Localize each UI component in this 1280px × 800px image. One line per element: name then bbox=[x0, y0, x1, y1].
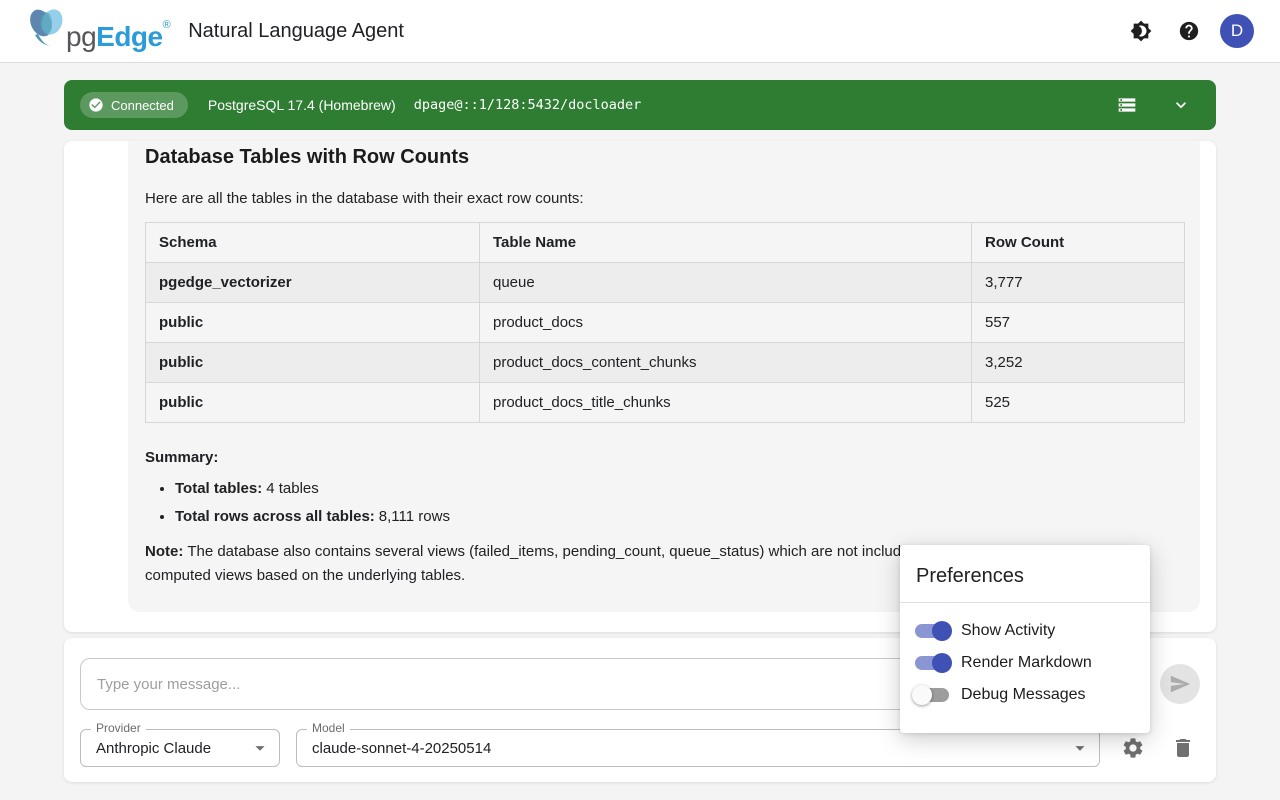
help-icon bbox=[1178, 20, 1200, 42]
column-header-table-name: Table Name bbox=[480, 223, 972, 263]
preferences-button[interactable] bbox=[1117, 732, 1149, 764]
server-version-label: PostgreSQL 17.4 (Homebrew) bbox=[208, 97, 396, 113]
check-circle-icon bbox=[88, 97, 104, 113]
brightness-icon bbox=[1130, 20, 1152, 42]
message-heading: Database Tables with Row Counts bbox=[145, 146, 1184, 168]
caret-down-icon bbox=[249, 737, 271, 759]
summary-list: Total tables:4 tables Total rows across … bbox=[175, 480, 1184, 525]
switch-control[interactable] bbox=[915, 624, 949, 638]
connection-bar: Connected PostgreSQL 17.4 (Homebrew) dpa… bbox=[64, 80, 1216, 130]
model-select-value: claude-sonnet-4-20250514 bbox=[312, 740, 491, 757]
switch-control[interactable] bbox=[915, 656, 949, 670]
table-header-row: Schema Table Name Row Count bbox=[146, 223, 1185, 263]
connection-collapse-button[interactable] bbox=[1164, 88, 1198, 122]
cell-schema: public bbox=[159, 354, 203, 371]
table-row: pgedge_vectorizer queue 3,777 bbox=[146, 263, 1185, 303]
table-row: public product_docs_title_chunks 525 bbox=[146, 383, 1185, 423]
row-counts-table: Schema Table Name Row Count pgedge_vecto… bbox=[145, 222, 1185, 423]
toggle-label: Debug Messages bbox=[961, 686, 1086, 704]
connection-list-button[interactable] bbox=[1110, 88, 1144, 122]
cell-table-name: product_docs_title_chunks bbox=[480, 383, 972, 423]
connection-dsn: dpage@::1/128:5432/docloader bbox=[414, 97, 642, 113]
message-intro: Here are all the tables in the database … bbox=[145, 190, 1184, 207]
page-title: Natural Language Agent bbox=[188, 20, 404, 43]
preferences-title: Preferences bbox=[900, 545, 1150, 602]
switch-knob bbox=[932, 621, 952, 641]
toggle-label: Show Activity bbox=[961, 622, 1055, 640]
clear-chat-button[interactable] bbox=[1167, 732, 1199, 764]
pgedge-logo: pgEdge® bbox=[24, 3, 170, 59]
cell-schema: public bbox=[159, 394, 203, 411]
list-item: Total rows across all tables:8,111 rows bbox=[175, 508, 1184, 525]
provider-select-label: Provider bbox=[91, 721, 146, 735]
model-select-label: Model bbox=[307, 721, 350, 735]
cell-table-name: product_docs_content_chunks bbox=[480, 343, 972, 383]
pgedge-logo-text: pgEdge® bbox=[66, 3, 170, 59]
caret-down-icon bbox=[1069, 737, 1091, 759]
cell-row-count: 525 bbox=[972, 383, 1185, 423]
table-row: public product_docs 557 bbox=[146, 303, 1185, 343]
chevron-down-icon bbox=[1171, 95, 1191, 115]
storage-icon bbox=[1117, 95, 1137, 115]
dark-mode-toggle-button[interactable] bbox=[1124, 14, 1158, 48]
assistant-message: Database Tables with Row Counts Here are… bbox=[128, 141, 1200, 612]
cell-schema: public bbox=[159, 314, 203, 331]
user-avatar[interactable]: D bbox=[1220, 14, 1254, 48]
cell-table-name: queue bbox=[480, 263, 972, 303]
provider-select[interactable]: Provider Anthropic Claude bbox=[80, 729, 280, 767]
toggle-label: Render Markdown bbox=[961, 654, 1092, 672]
toggle-debug-messages[interactable]: Debug Messages bbox=[912, 679, 1134, 711]
cell-schema: pgedge_vectorizer bbox=[159, 274, 292, 291]
trash-icon bbox=[1171, 736, 1195, 760]
cell-table-name: product_docs bbox=[480, 303, 972, 343]
cell-row-count: 3,777 bbox=[972, 263, 1185, 303]
switch-control[interactable] bbox=[915, 688, 949, 702]
toggle-show-activity[interactable]: Show Activity bbox=[912, 615, 1134, 647]
column-header-row-count: Row Count bbox=[972, 223, 1185, 263]
pgedge-logo-icon bbox=[24, 5, 68, 49]
gear-icon bbox=[1121, 736, 1145, 760]
column-header-schema: Schema bbox=[146, 223, 480, 263]
connection-status-label: Connected bbox=[111, 98, 174, 113]
summary-heading: Summary: bbox=[145, 449, 1184, 466]
cell-row-count: 557 bbox=[972, 303, 1185, 343]
toggle-render-markdown[interactable]: Render Markdown bbox=[912, 647, 1134, 679]
connection-status-badge: Connected bbox=[80, 92, 188, 118]
provider-select-value: Anthropic Claude bbox=[96, 740, 211, 757]
list-item: Total tables:4 tables bbox=[175, 480, 1184, 497]
switch-knob bbox=[912, 685, 932, 705]
app-header: pgEdge® Natural Language Agent D bbox=[0, 0, 1280, 63]
cell-row-count: 3,252 bbox=[972, 343, 1185, 383]
send-icon bbox=[1169, 673, 1191, 695]
help-button[interactable] bbox=[1172, 14, 1206, 48]
model-select[interactable]: Model claude-sonnet-4-20250514 bbox=[296, 729, 1100, 767]
table-row: public product_docs_content_chunks 3,252 bbox=[146, 343, 1185, 383]
preferences-popover: Preferences Show Activity Render Markdow… bbox=[900, 545, 1150, 733]
switch-knob bbox=[932, 653, 952, 673]
send-button[interactable] bbox=[1160, 664, 1200, 704]
